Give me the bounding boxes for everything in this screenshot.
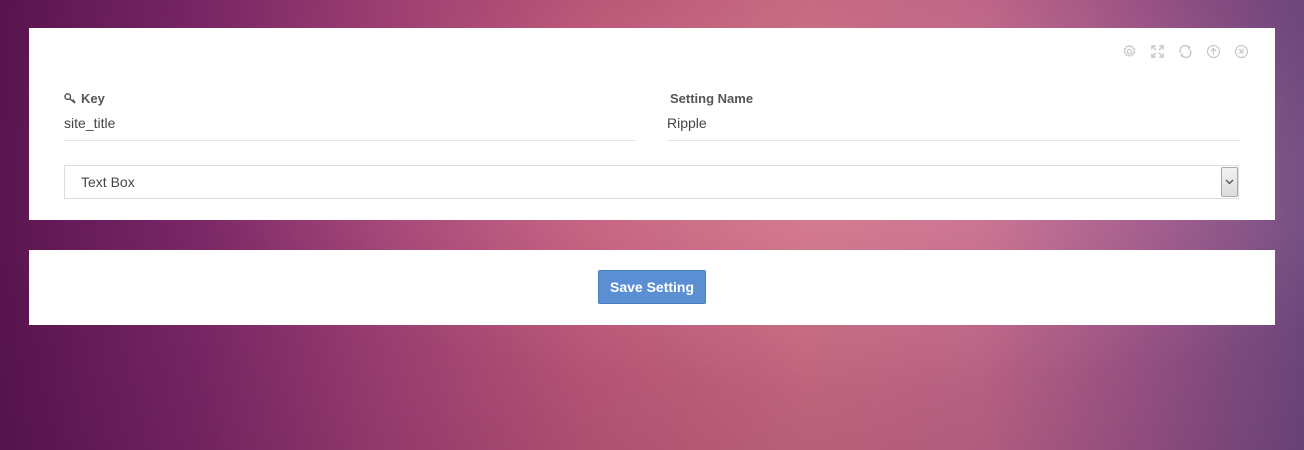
- refresh-icon[interactable]: [1176, 42, 1195, 61]
- key-input[interactable]: site_title: [64, 115, 636, 133]
- close-icon[interactable]: [1232, 42, 1251, 61]
- collapse-up-icon[interactable]: [1204, 42, 1223, 61]
- type-select[interactable]: Text Box: [64, 165, 1239, 199]
- chevron-down-icon[interactable]: [1221, 167, 1238, 197]
- setting-name-label: Setting Name: [670, 90, 754, 106]
- expand-icon[interactable]: [1148, 42, 1167, 61]
- panel-toolbar: [1120, 42, 1251, 61]
- save-setting-button[interactable]: Save Setting: [598, 270, 706, 304]
- setting-name-input[interactable]: Ripple: [667, 115, 1240, 133]
- type-select-value: Text Box: [81, 174, 135, 190]
- setting-name-field: Setting Name Ripple: [667, 90, 1240, 141]
- key-icon: [64, 92, 77, 104]
- actions-panel: Save Setting: [29, 250, 1275, 325]
- settings-panel: Key site_title Setting Name Ripple Text …: [29, 28, 1275, 220]
- gear-icon[interactable]: [1120, 42, 1139, 61]
- key-field: Key site_title: [64, 90, 636, 141]
- key-label: Key: [64, 90, 636, 106]
- key-label-text: Key: [81, 90, 105, 106]
